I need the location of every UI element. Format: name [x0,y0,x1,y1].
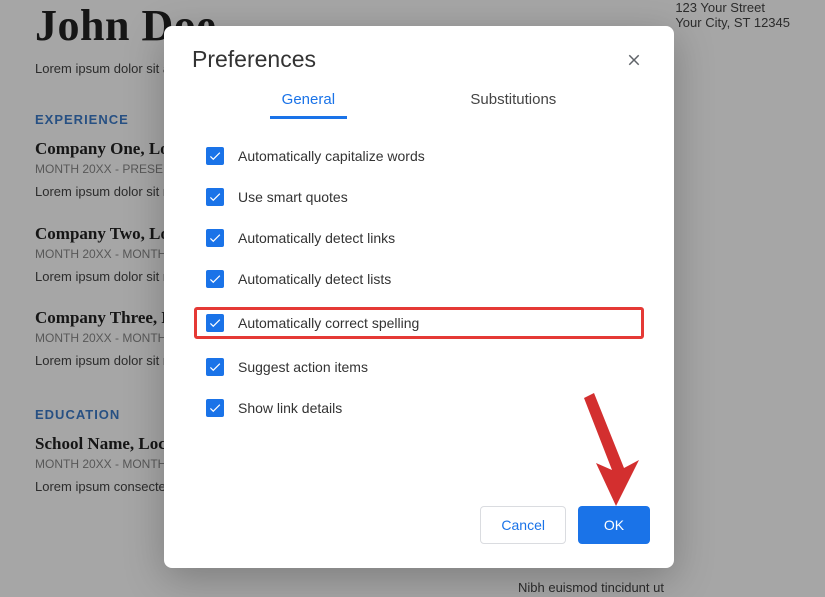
ok-button[interactable]: OK [578,506,650,544]
checkbox-icon[interactable] [206,358,224,376]
option-label: Use smart quotes [238,189,348,205]
option-smart-quotes[interactable]: Use smart quotes [200,184,638,210]
checkbox-icon[interactable] [206,229,224,247]
cancel-button[interactable]: Cancel [480,506,566,544]
close-icon[interactable] [622,48,646,72]
checkbox-icon[interactable] [206,399,224,417]
option-correct-spelling[interactable]: Automatically correct spelling [194,307,644,339]
options-list: Automatically capitalize words Use smart… [164,119,674,490]
checkbox-icon[interactable] [206,314,224,332]
tab-substitutions[interactable]: Substitutions [458,91,568,119]
checkbox-icon[interactable] [206,147,224,165]
option-label: Automatically detect lists [238,271,391,287]
option-link-details[interactable]: Show link details [200,395,638,421]
option-label: Automatically capitalize words [238,148,425,164]
option-suggest-action[interactable]: Suggest action items [200,354,638,380]
option-label: Suggest action items [238,359,368,375]
dialog-title: Preferences [192,46,316,73]
preferences-dialog: Preferences General Substitutions Automa… [164,26,674,568]
option-detect-links[interactable]: Automatically detect links [200,225,638,251]
tabs: General Substitutions [164,73,674,119]
tab-general[interactable]: General [270,91,347,119]
option-label: Automatically detect links [238,230,395,246]
checkbox-icon[interactable] [206,270,224,288]
option-label: Show link details [238,400,342,416]
checkbox-icon[interactable] [206,188,224,206]
option-capitalize[interactable]: Automatically capitalize words [200,143,638,169]
option-label: Automatically correct spelling [238,315,419,331]
option-detect-lists[interactable]: Automatically detect lists [200,266,638,292]
